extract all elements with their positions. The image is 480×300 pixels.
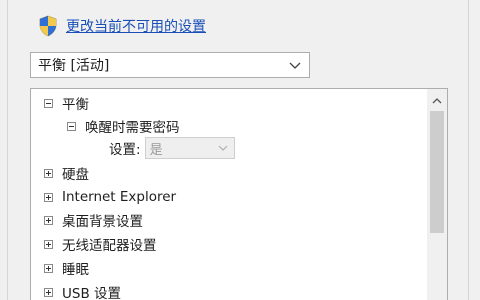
tree-node-wake-password-label: 唤醒时需要密码 — [85, 120, 180, 136]
wake-password-value: 是 — [149, 142, 163, 158]
tree-node-desktop-background-label: 桌面背景设置 — [62, 214, 143, 230]
expand-icon[interactable] — [44, 239, 53, 249]
power-plan-dropdown[interactable]: 平衡 [活动] — [30, 52, 310, 78]
tree-node-hard-disk-label: 硬盘 — [62, 167, 89, 183]
change-unavailable-settings-label[interactable]: 更改当前不可用的设置 — [66, 16, 206, 36]
tree-node-balanced-label: 平衡 — [62, 97, 89, 113]
expand-icon[interactable] — [44, 168, 53, 178]
tree-node-wireless-adapter[interactable]: 无线适配器设置 — [44, 233, 157, 255]
right-border — [468, 0, 469, 300]
setting-label: 设置: — [109, 142, 141, 158]
left-border — [7, 0, 8, 300]
tree-node-internet-explorer[interactable]: Internet Explorer — [44, 186, 176, 208]
tree-node-desktop-background[interactable]: 桌面背景设置 — [44, 209, 143, 231]
wake-password-setting: 设置: 是 — [109, 136, 235, 160]
expand-icon[interactable] — [44, 287, 53, 297]
expand-icon[interactable] — [44, 215, 53, 225]
tree-node-balanced[interactable]: 平衡 — [44, 92, 89, 114]
scroll-up-button[interactable] — [427, 91, 447, 109]
expand-icon[interactable] — [44, 263, 53, 273]
power-options-dialog: 更改当前不可用的设置 平衡 [活动] 平衡 唤醒时需要密码 设置: 是 硬盘 I… — [0, 0, 480, 300]
settings-tree[interactable]: 平衡 唤醒时需要密码 设置: 是 硬盘 Internet Explorer 桌面… — [30, 88, 448, 300]
tree-node-wake-password[interactable]: 唤醒时需要密码 — [67, 115, 180, 137]
tree-node-sleep[interactable]: 睡眠 — [44, 257, 89, 279]
chevron-down-icon — [289, 62, 301, 69]
tree-node-internet-explorer-label: Internet Explorer — [62, 189, 177, 205]
tree-node-hard-disk[interactable]: 硬盘 — [44, 162, 89, 184]
chevron-up-icon — [432, 97, 442, 103]
expand-icon[interactable] — [44, 192, 53, 202]
scrollbar-thumb[interactable] — [430, 111, 444, 233]
uac-shield-icon — [39, 15, 57, 37]
power-plan-selected-value: 平衡 [活动] — [38, 58, 110, 74]
tree-node-usb-settings-label: USB 设置 — [62, 286, 122, 300]
wake-password-value-dropdown[interactable]: 是 — [144, 137, 235, 159]
tree-node-usb-settings[interactable]: USB 设置 — [44, 281, 121, 300]
tree-node-sleep-label: 睡眠 — [62, 262, 89, 278]
vertical-scrollbar[interactable] — [427, 89, 447, 300]
chevron-down-icon — [218, 145, 227, 151]
tree-node-wireless-adapter-label: 无线适配器设置 — [62, 238, 157, 254]
collapse-icon[interactable] — [44, 98, 53, 108]
change-unavailable-settings-link[interactable]: 更改当前不可用的设置 — [38, 15, 206, 37]
collapse-icon[interactable] — [67, 121, 76, 131]
